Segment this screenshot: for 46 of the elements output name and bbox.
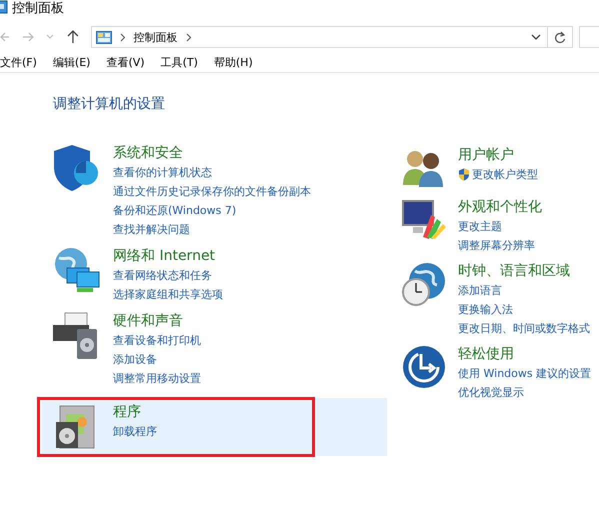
category-link[interactable]: 调整屏幕分辨率: [458, 236, 535, 255]
category-title[interactable]: 轻松使用: [458, 344, 592, 364]
category-title[interactable]: 网络和 Internet: [113, 246, 223, 266]
menu-item[interactable]: 编辑(E): [52, 54, 90, 70]
accessibility-icon[interactable]: [401, 344, 447, 390]
category-title[interactable]: 外观和个性化: [458, 197, 542, 217]
search-field[interactable]: [579, 26, 599, 48]
category-link[interactable]: 更改主题: [458, 217, 502, 236]
category-title[interactable]: 硬件和声音: [113, 311, 201, 331]
category-link[interactable]: 添加语言: [458, 281, 502, 300]
refresh-icon[interactable]: [554, 30, 566, 44]
control-panel-icon: [96, 30, 112, 44]
category-link[interactable]: 使用 Windows 建议的设置: [458, 364, 592, 383]
menu-item[interactable]: 帮助(H): [214, 54, 253, 70]
address-bar[interactable]: 控制面板: [90, 26, 574, 48]
category-link[interactable]: 更改日期、时间或数字格式: [458, 319, 590, 338]
category-title[interactable]: 程序: [113, 402, 157, 422]
control-panel-icon: [0, 0, 8, 14]
chevron-icon[interactable]: [120, 32, 126, 42]
category-link[interactable]: 查看网络状态和任务: [113, 266, 212, 285]
category-link[interactable]: 查找并解决问题: [113, 220, 190, 239]
category-link[interactable]: 通过文件历史记录保存你的文件备份副本: [113, 182, 311, 201]
menu-item[interactable]: 查看(V): [106, 54, 145, 70]
menu-item[interactable]: 文件(F): [0, 54, 37, 70]
menu-item[interactable]: 工具(T): [160, 54, 198, 70]
shield-icon[interactable]: [51, 143, 101, 193]
page-heading: 调整计算机的设置: [53, 95, 166, 113]
category-title[interactable]: 用户帐户: [458, 145, 538, 165]
category-link[interactable]: 添加设备: [113, 350, 157, 369]
category-link[interactable]: 更改帐户类型: [472, 165, 538, 184]
breadcrumb[interactable]: 控制面板: [134, 30, 178, 44]
window-title: 控制面板: [12, 0, 64, 17]
category-title[interactable]: 时钟、语言和区域: [458, 261, 590, 281]
category-link[interactable]: 更换输入法: [458, 300, 513, 319]
category-link[interactable]: 优化视觉显示: [458, 383, 524, 402]
category-link[interactable]: 查看你的计算机状态: [113, 163, 212, 182]
category-title[interactable]: 系统和安全: [113, 143, 311, 163]
category-link[interactable]: 选择家庭组和共享选项: [113, 285, 223, 304]
globe-clock-icon[interactable]: [401, 261, 447, 307]
up-icon[interactable]: [66, 30, 79, 44]
dropdown-icon[interactable]: [531, 34, 542, 40]
chevron-icon[interactable]: [186, 32, 192, 42]
category-link[interactable]: 调整常用移动设置: [113, 369, 201, 388]
category-link[interactable]: 卸载程序: [113, 422, 157, 441]
category-link[interactable]: 备份和还原(Windows 7): [113, 201, 236, 220]
category-link[interactable]: 查看设备和打印机: [113, 331, 201, 350]
